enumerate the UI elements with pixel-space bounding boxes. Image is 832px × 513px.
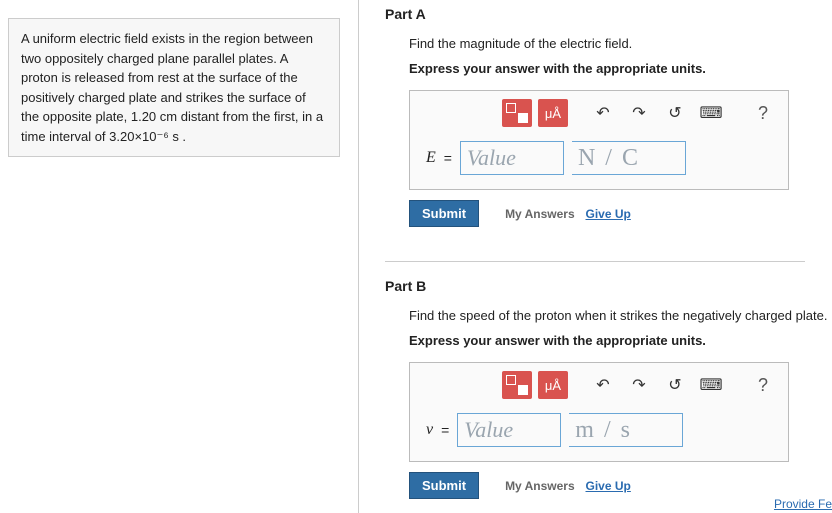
- part-a-give-up-link[interactable]: Give Up: [586, 207, 631, 221]
- part-a-variable: E: [426, 149, 436, 167]
- part-b-submit-button[interactable]: Submit: [409, 472, 479, 499]
- part-a-my-answers: My Answers: [505, 207, 575, 221]
- reset-icon[interactable]: ↺: [660, 99, 690, 127]
- units-icon[interactable]: μÅ: [538, 371, 568, 399]
- undo-icon[interactable]: ↶: [588, 99, 618, 127]
- reset-icon[interactable]: ↺: [660, 371, 690, 399]
- equals-sign: =: [441, 422, 449, 438]
- part-b-prompt: Find the speed of the proton when it str…: [385, 308, 832, 323]
- part-b-title: Part B: [385, 278, 832, 294]
- templates-icon[interactable]: [502, 99, 532, 127]
- part-b-toolbar: μÅ ↶ ↷ ↺ ⌨ ?: [410, 363, 788, 407]
- part-b-variable: v: [426, 421, 433, 439]
- part-a-value-input[interactable]: Value: [460, 141, 564, 175]
- part-a-prompt: Find the magnitude of the electric field…: [385, 36, 832, 51]
- part-b-my-answers: My Answers: [505, 479, 575, 493]
- part-b-answer-box: μÅ ↶ ↷ ↺ ⌨ ? v = Value m / s: [409, 362, 789, 462]
- part-a-units-input[interactable]: N / C: [572, 141, 686, 175]
- part-a-submit-button[interactable]: Submit: [409, 200, 479, 227]
- keyboard-icon[interactable]: ⌨: [696, 99, 726, 127]
- part-a-title: Part A: [385, 6, 832, 22]
- redo-icon[interactable]: ↷: [624, 99, 654, 127]
- provide-feedback-link[interactable]: Provide Fe: [774, 497, 832, 511]
- part-b-give-up-link[interactable]: Give Up: [586, 479, 631, 493]
- templates-icon[interactable]: [502, 371, 532, 399]
- undo-icon[interactable]: ↶: [588, 371, 618, 399]
- problem-statement: A uniform electric field exists in the r…: [8, 18, 340, 157]
- help-icon[interactable]: ?: [748, 99, 778, 127]
- part-b-units-input[interactable]: m / s: [569, 413, 683, 447]
- units-icon[interactable]: μÅ: [538, 99, 568, 127]
- part-a-instruction: Express your answer with the appropriate…: [385, 61, 832, 76]
- keyboard-icon[interactable]: ⌨: [696, 371, 726, 399]
- part-b: Part B Find the speed of the proton when…: [385, 278, 832, 499]
- redo-icon[interactable]: ↷: [624, 371, 654, 399]
- help-icon[interactable]: ?: [748, 371, 778, 399]
- part-divider: [385, 261, 805, 262]
- part-a-toolbar: μÅ ↶ ↷ ↺ ⌨ ?: [410, 91, 788, 135]
- equals-sign: =: [444, 150, 452, 166]
- part-a-answer-box: μÅ ↶ ↷ ↺ ⌨ ? E = Value N / C: [409, 90, 789, 190]
- part-a: Part A Find the magnitude of the electri…: [385, 6, 832, 227]
- part-b-value-input[interactable]: Value: [457, 413, 561, 447]
- part-b-instruction: Express your answer with the appropriate…: [385, 333, 832, 348]
